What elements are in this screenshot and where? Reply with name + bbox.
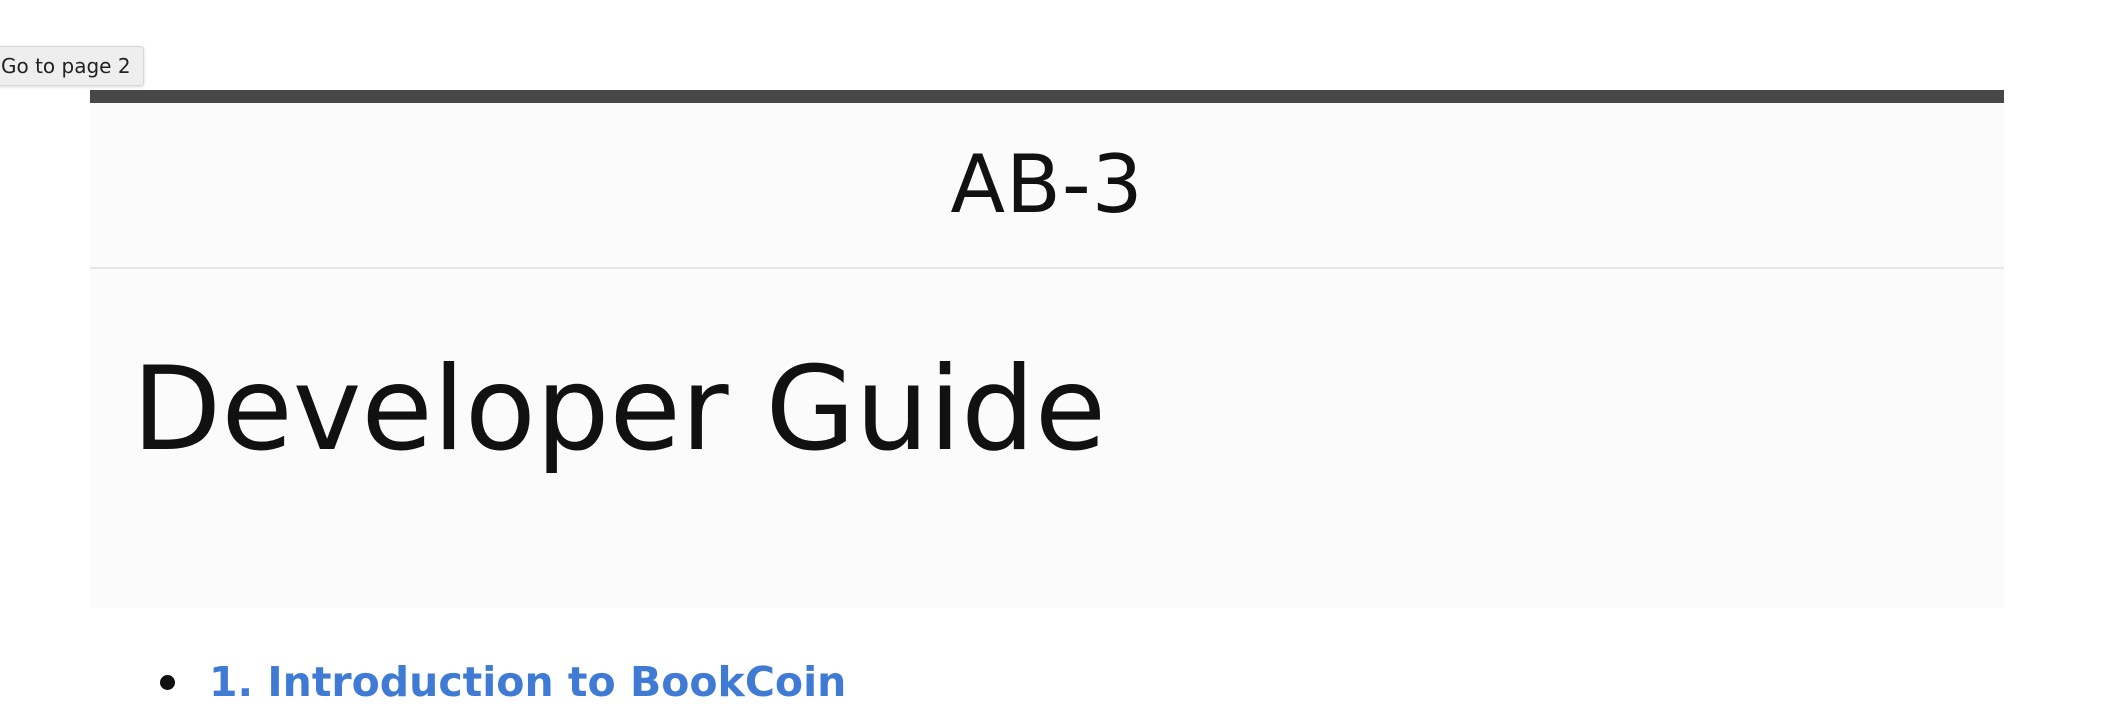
page-container: AB-3 Developer Guide 1. Introduction to … [90, 90, 2004, 706]
toc-link-introduction[interactable]: 1. Introduction to BookCoin [209, 658, 846, 706]
toc-item: 1. Introduction to BookCoin [160, 652, 846, 712]
top-rule [90, 90, 2004, 103]
table-of-contents: 1. Introduction to BookCoin [160, 652, 846, 712]
site-title: AB-3 [950, 138, 1144, 231]
go-to-page-button[interactable]: Go to page 2 [0, 46, 144, 86]
site-header: AB-3 [90, 103, 2004, 269]
bullet-icon [160, 674, 175, 690]
page-title: Developer Guide [132, 342, 1107, 477]
